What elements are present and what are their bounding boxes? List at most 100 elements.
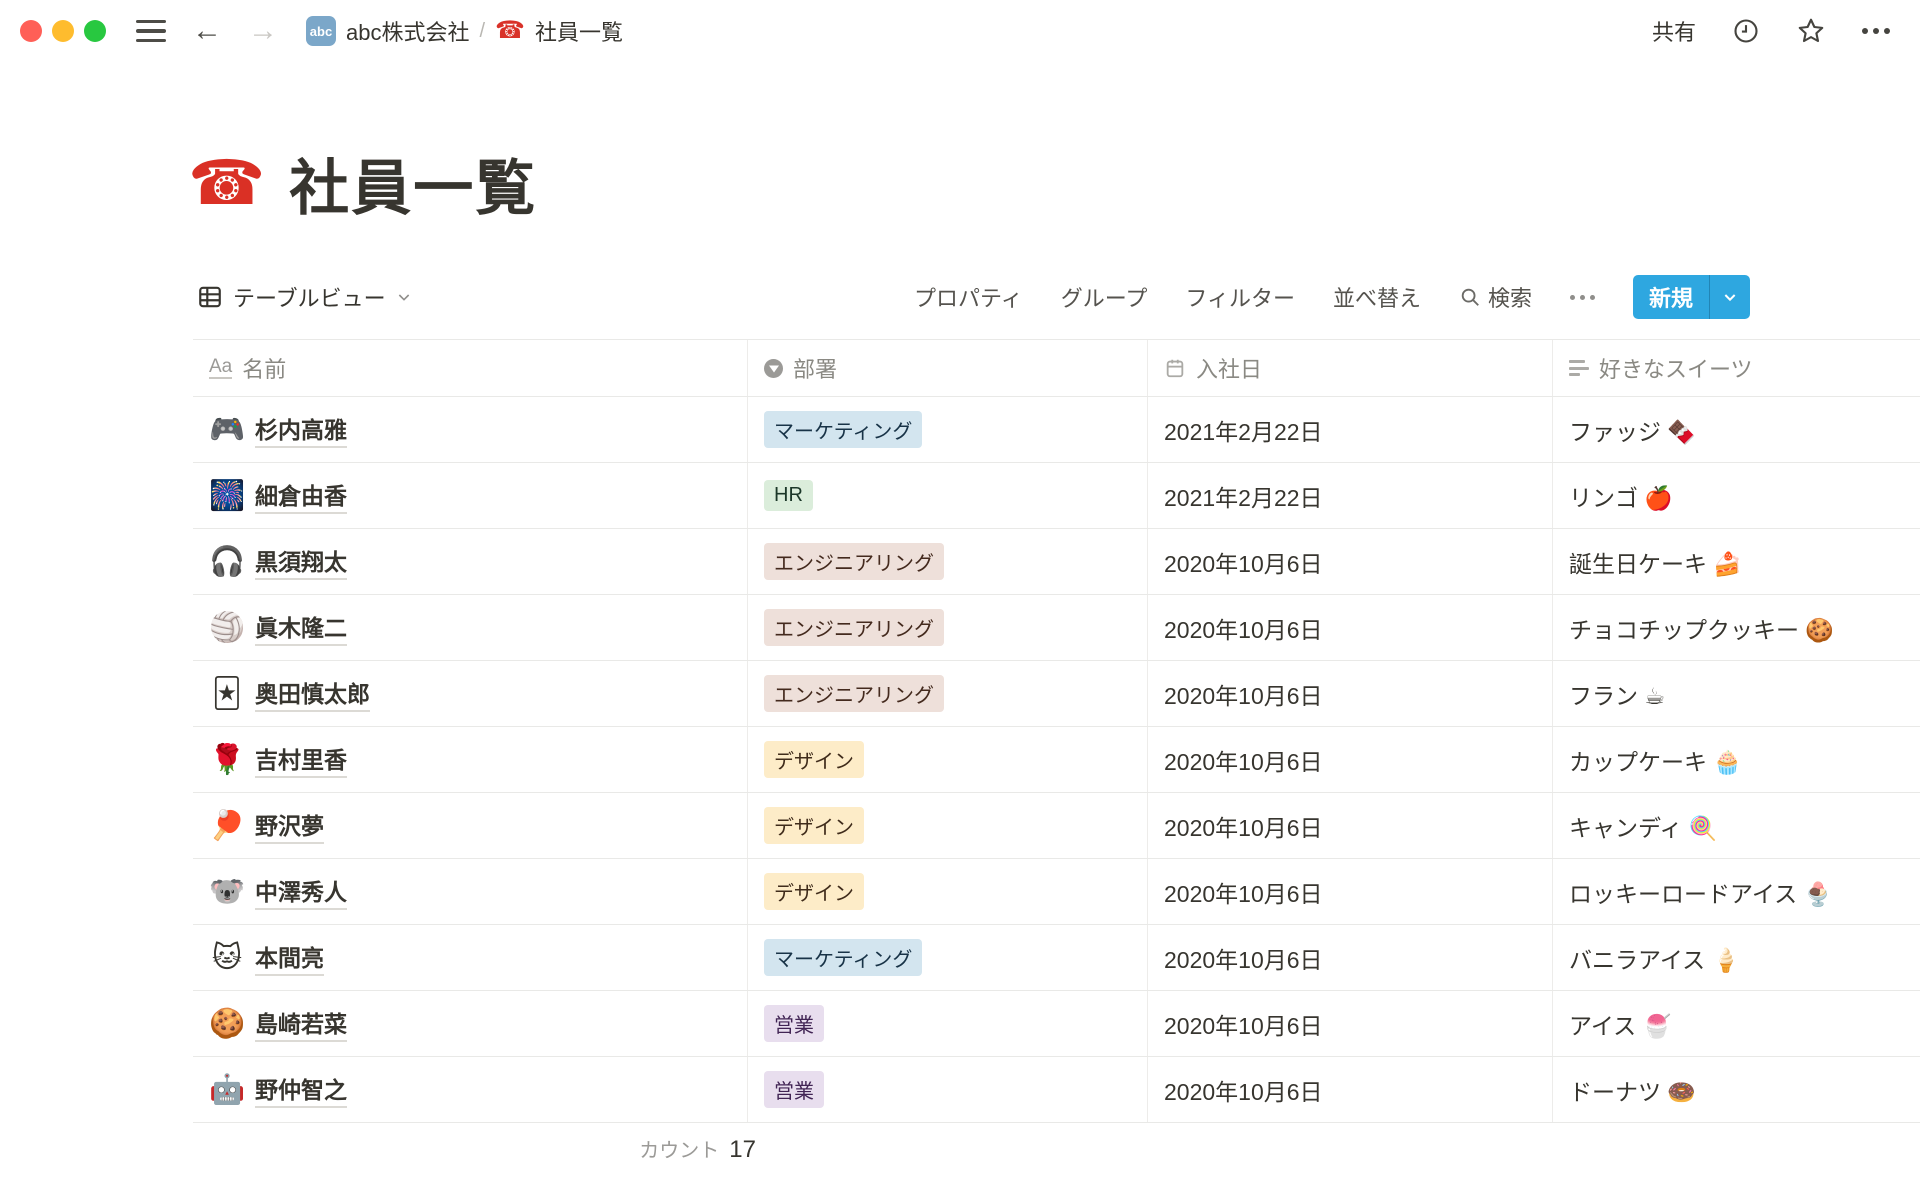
history-clock-icon[interactable]	[1732, 17, 1760, 45]
join-date-value: 2020年10月6日	[1164, 809, 1323, 843]
sweets-value: リンゴ 🍎	[1569, 479, 1673, 513]
column-header-department[interactable]: 部署	[748, 340, 1148, 396]
table-header-row: Aa 名前 部署 入社日 好きなスイーツ	[193, 339, 1920, 397]
sweets-cell[interactable]: フラン ☕	[1553, 661, 1920, 726]
sweets-cell[interactable]: ロッキーロードアイス 🍨	[1553, 859, 1920, 924]
column-header-name[interactable]: Aa 名前	[193, 340, 748, 396]
favorite-star-icon[interactable]	[1796, 16, 1826, 46]
join-date-cell[interactable]: 2021年2月22日	[1148, 397, 1553, 462]
department-cell[interactable]: デザイン	[748, 793, 1148, 858]
sweets-value: ドーナツ 🍩	[1569, 1073, 1696, 1107]
name-cell[interactable]: 🤖 野仲智之	[193, 1057, 748, 1122]
employee-name-link[interactable]: 細倉由香	[255, 477, 347, 514]
table-view-tab[interactable]: テーブルビュー	[197, 281, 412, 313]
employee-name-link[interactable]: 奥田慎太郎	[255, 675, 370, 712]
join-date-cell[interactable]: 2020年10月6日	[1148, 727, 1553, 792]
employee-name-link[interactable]: 吉村里香	[255, 741, 347, 778]
sweets-cell[interactable]: 誕生日ケーキ 🍰	[1553, 529, 1920, 594]
name-cell[interactable]: 🏐 眞木隆二	[193, 595, 748, 660]
department-cell[interactable]: 営業	[748, 1057, 1148, 1122]
page-title[interactable]: 社員一覧	[289, 140, 537, 227]
sweets-cell[interactable]: ファッジ 🍫	[1553, 397, 1920, 462]
breadcrumb-page[interactable]: 社員一覧	[535, 15, 623, 47]
employee-name-link[interactable]: 中澤秀人	[255, 873, 347, 910]
employee-name-link[interactable]: 野仲智之	[255, 1071, 347, 1108]
join-date-cell[interactable]: 2020年10月6日	[1148, 595, 1553, 660]
close-window-button[interactable]	[20, 20, 42, 42]
name-cell[interactable]: 🐱 本間亮	[193, 925, 748, 990]
name-cell[interactable]: 🌹 吉村里香	[193, 727, 748, 792]
employee-name-link[interactable]: 島崎若菜	[255, 1005, 347, 1042]
department-cell[interactable]: マーケティング	[748, 925, 1148, 990]
employee-name-link[interactable]: 野沢夢	[255, 807, 324, 844]
name-cell[interactable]: 🏓 野沢夢	[193, 793, 748, 858]
minimize-window-button[interactable]	[52, 20, 74, 42]
join-date-cell[interactable]: 2020年10月6日	[1148, 925, 1553, 990]
join-date-cell[interactable]: 2020年10月6日	[1148, 793, 1553, 858]
sweets-cell[interactable]: チョコチップクッキー 🍪	[1553, 595, 1920, 660]
name-cell[interactable]: 🎧 黒須翔太	[193, 529, 748, 594]
sweets-cell[interactable]: アイス 🍧	[1553, 991, 1920, 1056]
filter-button[interactable]: フィルター	[1185, 281, 1295, 313]
employee-avatar-emoji: 🏐	[209, 611, 245, 645]
department-tag: 営業	[764, 1005, 824, 1042]
group-button[interactable]: グループ	[1061, 281, 1148, 313]
sweets-cell[interactable]: リンゴ 🍎	[1553, 463, 1920, 528]
join-date-cell[interactable]: 2020年10月6日	[1148, 991, 1553, 1056]
sweets-cell[interactable]: ドーナツ 🍩	[1553, 1057, 1920, 1122]
chevron-down-icon	[396, 289, 412, 305]
table-row: 🐱 本間亮 マーケティング 2020年10月6日 バニラアイス 🍦	[193, 925, 1920, 991]
department-cell[interactable]: マーケティング	[748, 397, 1148, 462]
name-cell[interactable]: 🐨 中澤秀人	[193, 859, 748, 924]
department-cell[interactable]: エンジニアリング	[748, 529, 1148, 594]
join-date-value: 2020年10月6日	[1164, 611, 1323, 645]
count-aggregate[interactable]: カウント 17	[193, 1134, 756, 1164]
join-date-cell[interactable]: 2020年10月6日	[1148, 529, 1553, 594]
employee-name-link[interactable]: 本間亮	[255, 939, 324, 976]
employee-name-link[interactable]: 杉内高雅	[255, 411, 347, 448]
employee-avatar-emoji: 🤖	[209, 1073, 245, 1107]
title-property-icon: Aa	[209, 357, 232, 380]
sort-button[interactable]: 並べ替え	[1333, 281, 1421, 313]
breadcrumb-workspace[interactable]: abc株式会社	[346, 15, 469, 47]
department-tag: エンジニアリング	[764, 675, 944, 712]
new-button[interactable]: 新規	[1633, 275, 1709, 319]
department-cell[interactable]: 営業	[748, 991, 1148, 1056]
department-cell[interactable]: HR	[748, 463, 1148, 528]
department-tag: HR	[764, 480, 813, 511]
search-button[interactable]: 検索	[1459, 281, 1532, 313]
sweets-value: 誕生日ケーキ 🍰	[1569, 545, 1742, 579]
department-cell[interactable]: エンジニアリング	[748, 661, 1148, 726]
zoom-window-button[interactable]	[84, 20, 106, 42]
join-date-cell[interactable]: 2020年10月6日	[1148, 661, 1553, 726]
join-date-cell[interactable]: 2020年10月6日	[1148, 1057, 1553, 1122]
column-header-sweets[interactable]: 好きなスイーツ	[1553, 340, 1920, 396]
join-date-cell[interactable]: 2020年10月6日	[1148, 859, 1553, 924]
department-tag: マーケティング	[764, 939, 922, 976]
back-button[interactable]: ←	[192, 16, 222, 46]
department-cell[interactable]: デザイン	[748, 727, 1148, 792]
new-dropdown-button[interactable]	[1710, 275, 1750, 319]
sweets-value: チョコチップクッキー 🍪	[1569, 611, 1834, 645]
sweets-cell[interactable]: キャンディ 🍭	[1553, 793, 1920, 858]
department-cell[interactable]: デザイン	[748, 859, 1148, 924]
share-button[interactable]: 共有	[1652, 15, 1696, 47]
column-header-join-date[interactable]: 入社日	[1148, 340, 1553, 396]
page-icon[interactable]: ☎	[188, 153, 265, 215]
more-options-icon[interactable]	[1862, 28, 1890, 34]
view-more-options-icon[interactable]	[1570, 295, 1595, 300]
name-cell[interactable]: 🍪 島崎若菜	[193, 991, 748, 1056]
name-cell[interactable]: 🃏 奥田慎太郎	[193, 661, 748, 726]
employee-name-link[interactable]: 眞木隆二	[255, 609, 347, 646]
employee-name-link[interactable]: 黒須翔太	[255, 543, 347, 580]
properties-button[interactable]: プロパティ	[914, 281, 1023, 313]
name-cell[interactable]: 🎮 杉内高雅	[193, 397, 748, 462]
sweets-cell[interactable]: カップケーキ 🧁	[1553, 727, 1920, 792]
traffic-lights	[20, 20, 106, 42]
join-date-cell[interactable]: 2021年2月22日	[1148, 463, 1553, 528]
department-cell[interactable]: エンジニアリング	[748, 595, 1148, 660]
forward-button[interactable]: →	[248, 16, 278, 46]
sidebar-toggle-icon[interactable]	[136, 20, 166, 43]
name-cell[interactable]: 🎆 細倉由香	[193, 463, 748, 528]
sweets-cell[interactable]: バニラアイス 🍦	[1553, 925, 1920, 990]
